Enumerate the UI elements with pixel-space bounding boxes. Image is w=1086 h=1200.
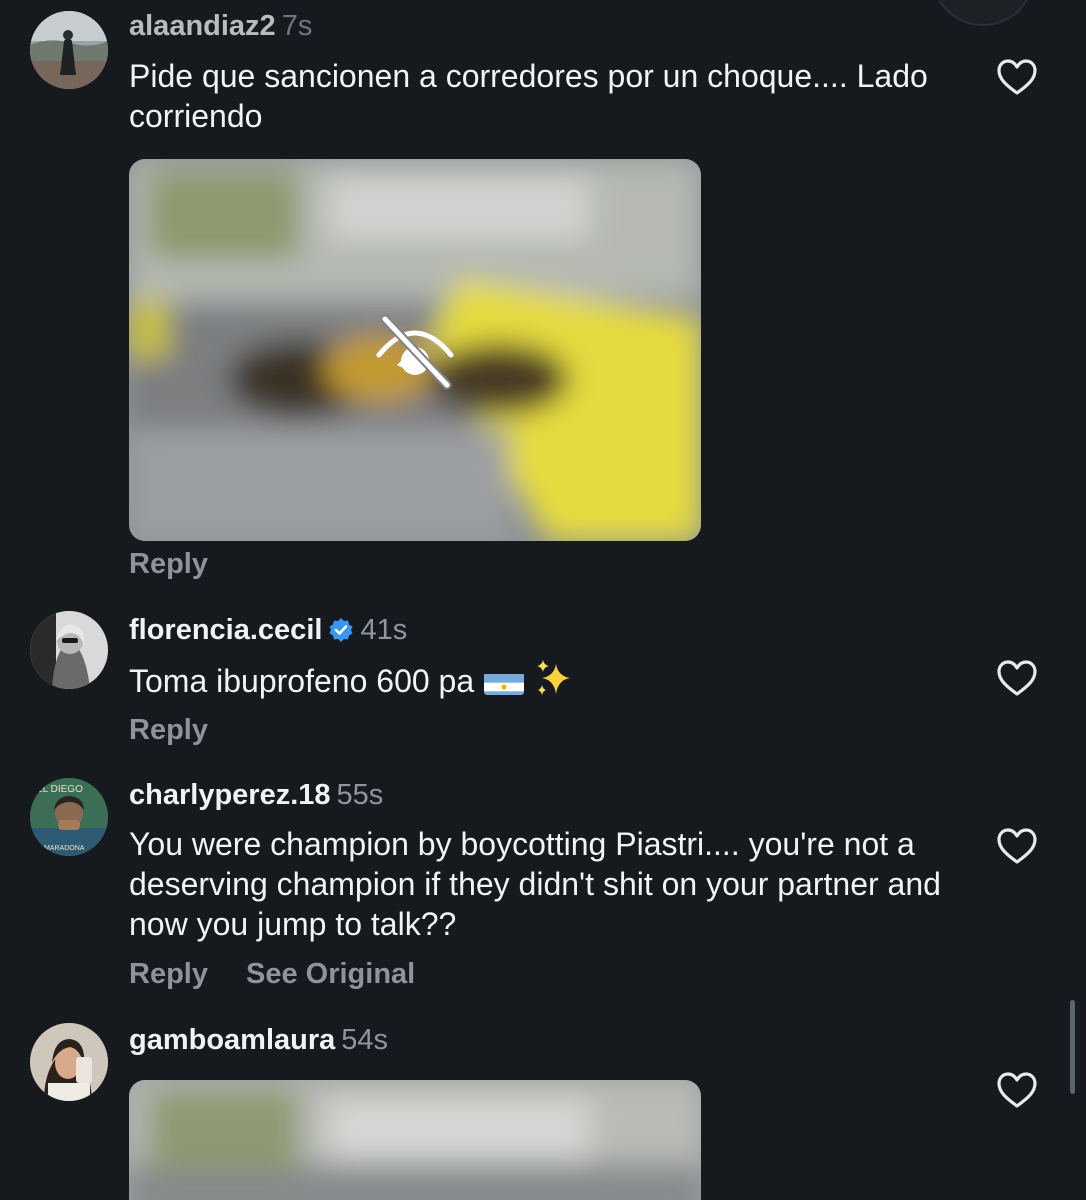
- username[interactable]: alaandiaz2: [129, 10, 276, 42]
- avatar-text: MARADONA: [44, 845, 85, 852]
- username[interactable]: florencia.cecil: [129, 614, 322, 646]
- username[interactable]: gamboamlaura: [129, 1024, 335, 1056]
- heart-icon[interactable]: [996, 1071, 1038, 1109]
- heart-icon[interactable]: [996, 659, 1038, 697]
- comment-text: Toma ibuprofeno 600 pa: [129, 663, 475, 699]
- heart-icon[interactable]: [996, 58, 1038, 96]
- see-original-button[interactable]: See Original: [246, 958, 415, 990]
- sparkles-emoji: [537, 660, 571, 695]
- comment-text: Pide que sancionen a corredores por un c…: [129, 58, 928, 134]
- timestamp: 7s: [281, 10, 313, 42]
- verified-badge-icon: [329, 618, 353, 642]
- avatar[interactable]: [30, 1023, 108, 1101]
- heart-icon[interactable]: [996, 827, 1038, 865]
- reply-button[interactable]: Reply: [129, 548, 208, 580]
- hidden-content-icon: [376, 314, 454, 390]
- timestamp: 55s: [336, 779, 384, 811]
- argentina-flag-emoji: [484, 669, 525, 695]
- timestamp: 41s: [360, 614, 408, 646]
- hidden-media-preview[interactable]: [129, 1080, 701, 1200]
- reply-button[interactable]: Reply: [129, 958, 208, 990]
- avatar[interactable]: EL DIEGO MARADONA: [30, 778, 108, 856]
- floating-action-button[interactable]: [933, 0, 1033, 26]
- avatar[interactable]: [30, 11, 108, 89]
- comment-text: You were champion by boycotting Piastri.…: [129, 826, 941, 942]
- timestamp: 54s: [341, 1024, 389, 1056]
- avatar-text: EL DIEGO: [36, 784, 83, 795]
- reply-button[interactable]: Reply: [129, 714, 208, 746]
- hidden-media-preview[interactable]: [129, 159, 701, 541]
- scrollbar[interactable]: [1070, 1000, 1075, 1094]
- avatar[interactable]: [30, 611, 108, 689]
- username[interactable]: charlyperez.18: [129, 779, 331, 811]
